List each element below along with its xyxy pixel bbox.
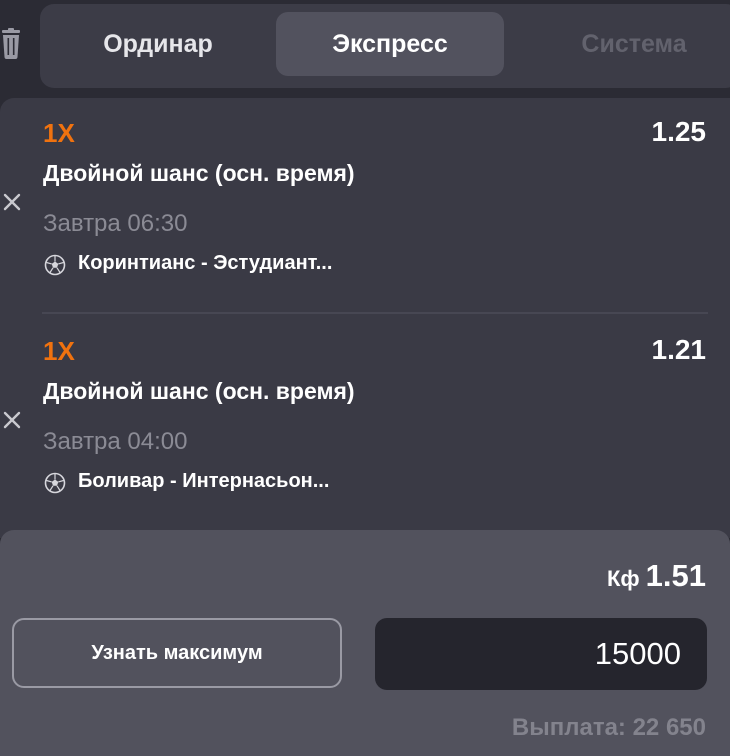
bet-match[interactable]: Боливар - Интернасьон... — [78, 470, 329, 493]
bet-time: Завтра 06:30 — [43, 210, 188, 237]
close-icon[interactable] — [2, 192, 22, 212]
bet-title: Двойной шанс (осн. время) — [43, 378, 355, 404]
bet-item: 1X 1.21 Двойной шанс (осн. время) Завтра… — [0, 316, 730, 526]
max-stake-button[interactable]: Узнать максимум — [12, 618, 342, 688]
tab-express[interactable]: Экспресс — [276, 12, 504, 76]
payout-text: Выплата: 22 650 — [511, 714, 706, 741]
bet-type-tabs: Ординар Экспресс Система — [40, 4, 730, 88]
bet-title: Двойной шанс (осн. время) — [43, 160, 355, 186]
bet-item: 1X 1.25 Двойной шанс (осн. время) Завтра… — [0, 98, 730, 314]
bet-odds: 1.21 — [651, 334, 707, 365]
bet-time: Завтра 04:00 — [43, 428, 188, 455]
bet-slip-footer: Кф 1.51 Узнать максимум 15000 Выплата: 22… — [0, 530, 730, 756]
bet-match[interactable]: Коринтианс - Эстудиант... — [78, 252, 332, 275]
bets-list: 1X 1.25 Двойной шанс (осн. время) Завтра… — [0, 98, 730, 538]
soccer-ball-icon — [44, 472, 66, 494]
trash-icon[interactable] — [0, 28, 22, 60]
bet-market: 1X — [43, 118, 75, 148]
bet-divider — [42, 312, 708, 314]
total-odds: Кф 1.51 — [607, 558, 706, 594]
bet-market: 1X — [43, 336, 75, 366]
soccer-ball-icon — [44, 254, 66, 276]
close-icon[interactable] — [2, 410, 22, 430]
bet-slip: Ординар Экспресс Система 1X 1.25 Двойной… — [0, 0, 730, 756]
bet-odds: 1.25 — [651, 116, 707, 147]
tab-single[interactable]: Ординар — [60, 12, 256, 76]
stake-input[interactable]: 15000 — [375, 618, 707, 690]
total-odds-value: 1.51 — [645, 558, 706, 593]
total-odds-label: Кф — [606, 566, 640, 591]
tab-system[interactable]: Система — [524, 12, 730, 76]
